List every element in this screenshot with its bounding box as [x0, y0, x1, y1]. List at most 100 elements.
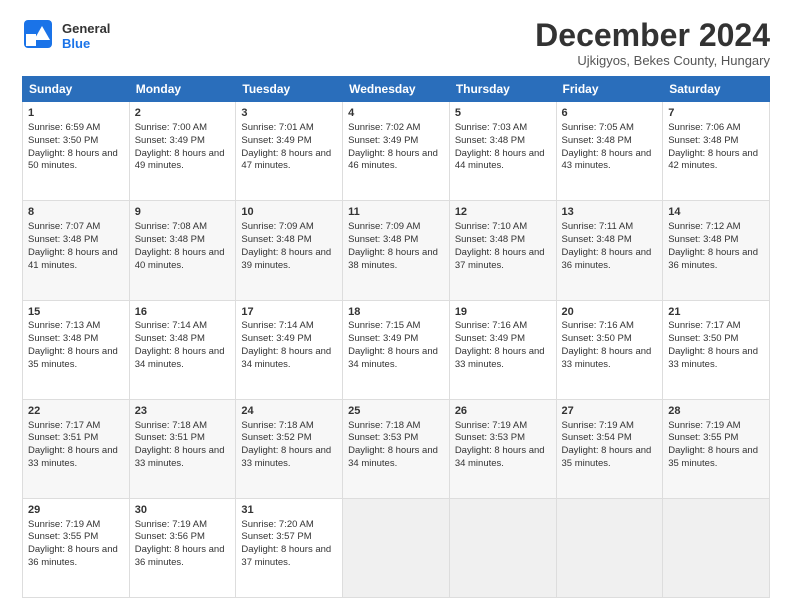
- calendar-cell: 17Sunrise: 7:14 AMSunset: 3:49 PMDayligh…: [236, 300, 343, 399]
- sunset-text: Sunset: 3:48 PM: [562, 234, 632, 245]
- sunrise-text: Sunrise: 7:01 AM: [241, 122, 313, 133]
- title-section: December 2024 Ujkigyos, Bekes County, Hu…: [535, 18, 770, 68]
- sunrise-text: Sunrise: 7:12 AM: [668, 221, 740, 232]
- sunset-text: Sunset: 3:48 PM: [562, 135, 632, 146]
- sunrise-text: Sunrise: 7:07 AM: [28, 221, 100, 232]
- sunrise-text: Sunrise: 7:06 AM: [668, 122, 740, 133]
- calendar-cell: 31Sunrise: 7:20 AMSunset: 3:57 PMDayligh…: [236, 498, 343, 597]
- sunrise-text: Sunrise: 7:17 AM: [668, 320, 740, 331]
- daylight-text: Daylight: 8 hours and 34 minutes.: [241, 346, 331, 370]
- day-number: 8: [28, 205, 124, 220]
- calendar-cell: 20Sunrise: 7:16 AMSunset: 3:50 PMDayligh…: [556, 300, 663, 399]
- calendar-cell: 6Sunrise: 7:05 AMSunset: 3:48 PMDaylight…: [556, 102, 663, 201]
- day-number: 31: [241, 503, 337, 518]
- sunrise-text: Sunrise: 7:20 AM: [241, 519, 313, 530]
- sunrise-text: Sunrise: 7:00 AM: [135, 122, 207, 133]
- calendar-cell: 13Sunrise: 7:11 AMSunset: 3:48 PMDayligh…: [556, 201, 663, 300]
- sunset-text: Sunset: 3:53 PM: [455, 432, 525, 443]
- daylight-text: Daylight: 8 hours and 49 minutes.: [135, 148, 225, 172]
- day-number: 14: [668, 205, 764, 220]
- day-number: 15: [28, 305, 124, 320]
- calendar-cell: [449, 498, 556, 597]
- sunrise-text: Sunrise: 7:02 AM: [348, 122, 420, 133]
- daylight-text: Daylight: 8 hours and 36 minutes.: [668, 247, 758, 271]
- logo-line2: Blue: [62, 37, 110, 51]
- day-number: 9: [135, 205, 231, 220]
- sunset-text: Sunset: 3:50 PM: [668, 333, 738, 344]
- daylight-text: Daylight: 8 hours and 34 minutes.: [135, 346, 225, 370]
- calendar-week-row: 1Sunrise: 6:59 AMSunset: 3:50 PMDaylight…: [23, 102, 770, 201]
- day-number: 5: [455, 106, 551, 121]
- daylight-text: Daylight: 8 hours and 33 minutes.: [135, 445, 225, 469]
- sunset-text: Sunset: 3:48 PM: [135, 333, 205, 344]
- calendar-cell: 19Sunrise: 7:16 AMSunset: 3:49 PMDayligh…: [449, 300, 556, 399]
- daylight-text: Daylight: 8 hours and 36 minutes.: [562, 247, 652, 271]
- calendar-cell: 30Sunrise: 7:19 AMSunset: 3:56 PM Dayligh…: [129, 498, 236, 597]
- calendar-cell: 10Sunrise: 7:09 AMSunset: 3:48 PMDayligh…: [236, 201, 343, 300]
- day-number: 17: [241, 305, 337, 320]
- daylight-text: Daylight: 8 hours and 47 minutes.: [241, 148, 331, 172]
- sunset-text: Sunset: 3:48 PM: [668, 234, 738, 245]
- sunset-text: Sunset: 3:55 PM: [28, 531, 98, 542]
- daylight-text: Daylight: 8 hours and 33 minutes.: [455, 346, 545, 370]
- sunrise-text: Sunrise: 7:19 AM: [455, 420, 527, 431]
- calendar-cell: 27Sunrise: 7:19 AMSunset: 3:54 PMDayligh…: [556, 399, 663, 498]
- sunset-text: Sunset: 3:48 PM: [348, 234, 418, 245]
- calendar-cell: 14Sunrise: 7:12 AM Sunset: 3:48 PM Dayligh…: [663, 201, 770, 300]
- day-number: 19: [455, 305, 551, 320]
- sunrise-text: Sunrise: 6:59 AM: [28, 122, 100, 133]
- day-number: 21: [668, 305, 764, 320]
- calendar-table: SundayMondayTuesdayWednesdayThursdayFrid…: [22, 76, 770, 598]
- sunset-text: Sunset: 3:52 PM: [241, 432, 311, 443]
- calendar-week-row: 22Sunrise: 7:17 AMSunset: 3:51 PMDayligh…: [23, 399, 770, 498]
- sunset-text: Sunset: 3:48 PM: [241, 234, 311, 245]
- sunrise-text: Sunrise: 7:05 AM: [562, 122, 634, 133]
- sunrise-text: Sunrise: 7:17 AM: [28, 420, 100, 431]
- sunrise-text: Sunrise: 7:19 AM: [135, 519, 207, 530]
- sunset-text: Sunset: 3:53 PM: [348, 432, 418, 443]
- day-number: 29: [28, 503, 124, 518]
- calendar-cell: 5Sunrise: 7:03 AMSunset: 3:48 PMDaylight…: [449, 102, 556, 201]
- day-number: 18: [348, 305, 444, 320]
- sunrise-text: Sunrise: 7:19 AM: [28, 519, 100, 530]
- daylight-text: Daylight: 8 hours and 34 minutes.: [455, 445, 545, 469]
- top-section: General Blue December 2024 Ujkigyos, Bek…: [22, 18, 770, 68]
- daylight-text: Daylight: 8 hours and 42 minutes.: [668, 148, 758, 172]
- daylight-text: Daylight: 8 hours and 35 minutes.: [562, 445, 652, 469]
- daylight-text: Daylight: 8 hours and 50 minutes.: [28, 148, 118, 172]
- day-number: 23: [135, 404, 231, 419]
- sunset-text: Sunset: 3:49 PM: [348, 333, 418, 344]
- sunrise-text: Sunrise: 7:10 AM: [455, 221, 527, 232]
- sunrise-text: Sunrise: 7:18 AM: [348, 420, 420, 431]
- sunrise-text: Sunrise: 7:18 AM: [241, 420, 313, 431]
- day-number: 30: [135, 503, 231, 518]
- calendar-cell: 16Sunrise: 7:14 AMSunset: 3:48 PMDayligh…: [129, 300, 236, 399]
- sunrise-text: Sunrise: 7:15 AM: [348, 320, 420, 331]
- calendar-cell: [556, 498, 663, 597]
- daylight-text: Daylight: 8 hours and 33 minutes.: [668, 346, 758, 370]
- sunset-text: Sunset: 3:48 PM: [455, 135, 525, 146]
- sunset-text: Sunset: 3:48 PM: [455, 234, 525, 245]
- calendar-cell: 18Sunrise: 7:15 AMSunset: 3:49 PMDayligh…: [343, 300, 450, 399]
- calendar-week-row: 29Sunrise: 7:19 AMSunset: 3:55 PMDayligh…: [23, 498, 770, 597]
- sunrise-text: Sunrise: 7:19 AM: [668, 420, 740, 431]
- calendar-cell: 11Sunrise: 7:09 AMSunset: 3:48 PMDayligh…: [343, 201, 450, 300]
- sunset-text: Sunset: 3:48 PM: [28, 333, 98, 344]
- logo: General Blue: [22, 18, 110, 55]
- day-number: 22: [28, 404, 124, 419]
- calendar-week-row: 15Sunrise: 7:13 AMSunset: 3:48 PMDayligh…: [23, 300, 770, 399]
- calendar-cell: 3Sunrise: 7:01 AMSunset: 3:49 PMDaylight…: [236, 102, 343, 201]
- daylight-text: Daylight: 8 hours and 36 minutes.: [28, 544, 118, 568]
- page: General Blue December 2024 Ujkigyos, Bek…: [0, 0, 792, 612]
- sunset-text: Sunset: 3:49 PM: [348, 135, 418, 146]
- calendar-cell: 9Sunrise: 7:08 AMSunset: 3:48 PMDaylight…: [129, 201, 236, 300]
- sunrise-text: Sunrise: 7:14 AM: [241, 320, 313, 331]
- sunrise-text: Sunrise: 7:14 AM: [135, 320, 207, 331]
- day-number: 24: [241, 404, 337, 419]
- sunrise-text: Sunrise: 7:11 AM: [562, 221, 634, 232]
- daylight-text: Daylight: 8 hours and 44 minutes.: [455, 148, 545, 172]
- calendar-cell: [343, 498, 450, 597]
- sunset-text: Sunset: 3:56 PM: [135, 531, 205, 542]
- calendar-cell: 12Sunrise: 7:10 AMSunset: 3:48 PMDayligh…: [449, 201, 556, 300]
- daylight-text: Daylight: 8 hours and 36 minutes.: [135, 544, 225, 568]
